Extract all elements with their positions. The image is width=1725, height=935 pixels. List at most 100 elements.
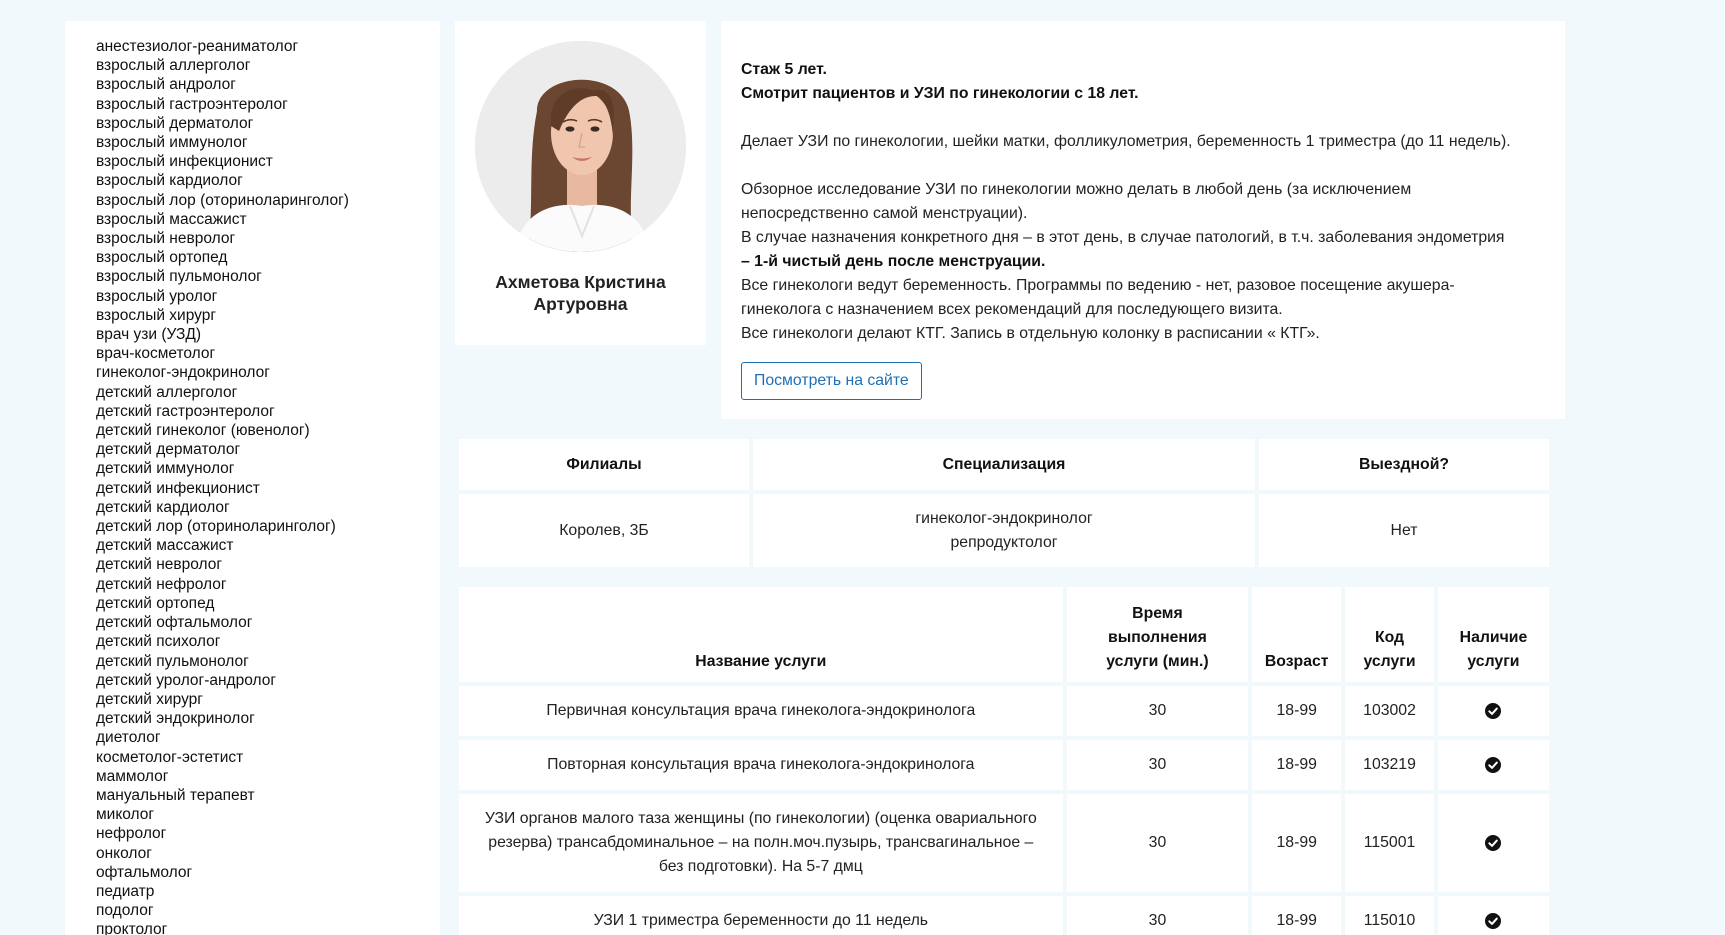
specialty-item[interactable]: взрослый ортопед xyxy=(96,248,440,267)
visiting-cell: Нет xyxy=(1259,494,1549,567)
duration-cell: 30 xyxy=(1066,686,1249,736)
service-name-line: резерва) трансабдоминальное – на полн.мо… xyxy=(488,834,1034,851)
specialty-item[interactable]: нефролог xyxy=(96,824,440,843)
specialty-item[interactable]: взрослый массажист xyxy=(96,210,440,229)
branch-table: Филиалы Специализация Выездной? Королев,… xyxy=(455,435,1553,571)
specialty-item[interactable]: взрослый хирург xyxy=(96,306,440,325)
specialty-item[interactable]: офтальмолог xyxy=(96,863,440,882)
specialty-item[interactable]: врач узи (УЗД) xyxy=(96,325,440,344)
specialty-item[interactable]: мануальный терапевт xyxy=(96,786,440,805)
age-cell: 18-99 xyxy=(1252,896,1342,935)
table-row: Первичная консультация врача гинеколога-… xyxy=(459,686,1549,736)
specialty-item[interactable]: детский эндокринолог xyxy=(96,709,440,728)
age-cell: 18-99 xyxy=(1252,794,1342,892)
specialty-item[interactable]: детский иммунолог xyxy=(96,459,440,478)
table-row: УЗИ органов малого таза женщины (по гине… xyxy=(459,794,1549,892)
duration-header-line: Время xyxy=(1132,605,1183,622)
ultrasound-text: Делает УЗИ по гинекологии, шейки матки, … xyxy=(741,133,1511,150)
specialty-item[interactable]: детский инфекционист xyxy=(96,479,440,498)
specialty-item[interactable]: детский хирург xyxy=(96,690,440,709)
age-cell: 18-99 xyxy=(1252,740,1342,790)
specialty-item[interactable]: взрослый уролог xyxy=(96,287,440,306)
specialty-item[interactable]: детский массажист xyxy=(96,536,440,555)
doctor-photo xyxy=(475,41,686,252)
pregnancy-text-line2: гинеколога с назначением всех рекомендац… xyxy=(741,301,1283,318)
specialty-item[interactable]: взрослый пульмонолог xyxy=(96,267,440,286)
code-cell: 103219 xyxy=(1345,740,1434,790)
service-name-cell: Первичная консультация врача гинеколога-… xyxy=(459,686,1063,736)
table-row: Королев, 3Б гинеколог-эндокринолог репро… xyxy=(459,494,1549,567)
service-name-cell: УЗИ органов малого таза женщины (по гине… xyxy=(459,794,1063,892)
code-header-line: Код xyxy=(1374,629,1405,646)
code-cell: 103002 xyxy=(1345,686,1434,736)
specialty-item[interactable]: онколог xyxy=(96,844,440,863)
availability-header: Наличие услуги xyxy=(1437,587,1549,682)
specialty-item[interactable]: взрослый гастроэнтеролог xyxy=(96,95,440,114)
specialty-item[interactable]: детский психолог xyxy=(96,632,440,651)
services-table: Название услуги Время выполнения услуги … xyxy=(455,583,1553,935)
age-policy-text: Смотрит пациентов и УЗИ по гинекологии с… xyxy=(741,85,1139,102)
specialty-item[interactable]: детский пульмонолог xyxy=(96,652,440,671)
code-cell: 115010 xyxy=(1345,896,1434,935)
availability-header-line: услуги xyxy=(1467,653,1520,670)
service-name-line: без подготовки). На 5-7 дмц xyxy=(658,858,863,875)
specialty-item[interactable]: детский нефролог xyxy=(96,575,440,594)
page: анестезиолог-реаниматолог взрослый аллер… xyxy=(0,0,1725,935)
branch-cell: Королев, 3Б xyxy=(459,494,749,567)
specialty-item[interactable]: анестезиолог-реаниматолог xyxy=(96,37,440,56)
specialty-item[interactable]: детский уролог-андролог xyxy=(96,671,440,690)
experience-text: Стаж 5 лет. xyxy=(741,61,827,78)
code-cell: 115001 xyxy=(1345,794,1434,892)
specialty-item[interactable]: взрослый иммунолог xyxy=(96,133,440,152)
availability-header-line: Наличие xyxy=(1459,629,1528,646)
specialty-item[interactable]: взрослый андролог xyxy=(96,75,440,94)
service-name-cell: УЗИ 1 триместра беременности до 11 недел… xyxy=(459,896,1063,935)
specialization-cell: гинеколог-эндокринолог репродуктолог xyxy=(753,494,1255,567)
duration-header-line: выполнения xyxy=(1108,629,1207,646)
specialty-item[interactable]: детский кардиолог xyxy=(96,498,440,517)
check-circle-icon xyxy=(1485,912,1502,929)
specialty-item[interactable]: взрослый лор (оториноларинголог) xyxy=(96,191,440,210)
service-name-line: УЗИ органов малого таза женщины (по гине… xyxy=(484,810,1037,827)
availability-cell xyxy=(1437,740,1549,790)
specialty-item[interactable]: взрослый кардиолог xyxy=(96,171,440,190)
duration-cell: 30 xyxy=(1066,794,1249,892)
specialty-item[interactable]: подолог xyxy=(96,901,440,920)
specialty-item[interactable]: маммолог xyxy=(96,767,440,786)
specialty-item[interactable]: детский аллерголог xyxy=(96,383,440,402)
specialty-item[interactable]: детский офтальмолог xyxy=(96,613,440,632)
code-header: Код услуги xyxy=(1345,587,1434,682)
visiting-header: Выездной? xyxy=(1259,439,1549,490)
specialty-item[interactable]: детский дерматолог xyxy=(96,440,440,459)
specialty-item[interactable]: детский гинеколог (ювенолог) xyxy=(96,421,440,440)
specialty-item[interactable]: взрослый невролог xyxy=(96,229,440,248)
specialty-item[interactable]: проктолог xyxy=(96,920,440,935)
specialties-list: анестезиолог-реаниматолог взрослый аллер… xyxy=(96,37,440,935)
specialty-item[interactable]: детский невролог xyxy=(96,555,440,574)
table-row: УЗИ 1 триместра беременности до 11 недел… xyxy=(459,896,1549,935)
view-on-site-button[interactable]: Посмотреть на сайте xyxy=(741,362,922,400)
branches-header: Филиалы xyxy=(459,439,749,490)
specialty-item[interactable]: педиатр xyxy=(96,882,440,901)
specialty-item[interactable]: детский лор (оториноларинголог) xyxy=(96,517,440,536)
specialization-header: Специализация xyxy=(753,439,1255,490)
availability-cell xyxy=(1437,896,1549,935)
check-circle-icon xyxy=(1485,834,1502,851)
service-name-header: Название услуги xyxy=(459,587,1063,682)
specialty-item[interactable]: миколог xyxy=(96,805,440,824)
specialty-item[interactable]: косметолог-эстетист xyxy=(96,748,440,767)
duration-cell: 30 xyxy=(1066,740,1249,790)
specialty-item[interactable]: детский гастроэнтеролог xyxy=(96,402,440,421)
service-name-cell: Повторная консультация врача гинеколога-… xyxy=(459,740,1063,790)
check-circle-icon xyxy=(1485,756,1502,773)
specialty-item[interactable]: взрослый инфекционист xyxy=(96,152,440,171)
specialty-item[interactable]: взрослый дерматолог xyxy=(96,114,440,133)
duration-header-line: услуги (мин.) xyxy=(1106,653,1209,670)
specific-day-text-line1: В случае назначения конкретного дня – в … xyxy=(741,229,1505,246)
specialty-item[interactable]: диетолог xyxy=(96,728,440,747)
specialty-item[interactable]: детский ортопед xyxy=(96,594,440,613)
specialty-item[interactable]: взрослый аллерголог xyxy=(96,56,440,75)
specialty-item[interactable]: гинеколог-эндокринолог xyxy=(96,363,440,382)
specialty-item[interactable]: врач-косметолог xyxy=(96,344,440,363)
check-circle-icon xyxy=(1485,702,1502,719)
